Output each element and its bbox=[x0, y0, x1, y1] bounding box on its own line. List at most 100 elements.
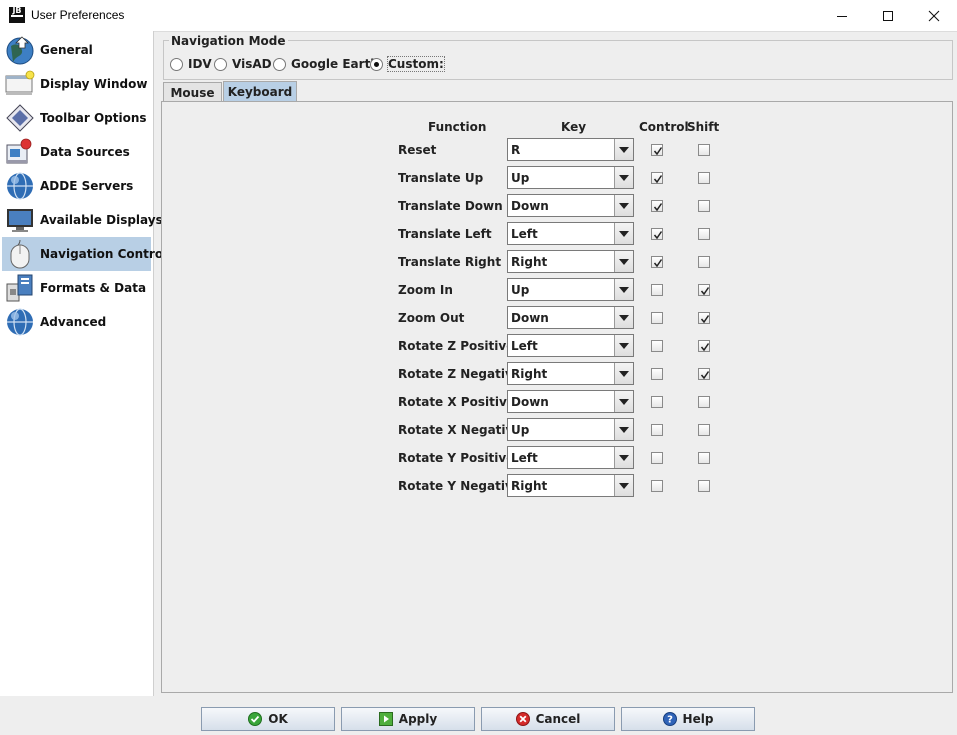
key-select-value: Right bbox=[511, 255, 548, 269]
sidebar-item-toolbar-options[interactable]: Toolbar Options bbox=[2, 101, 151, 135]
key-select[interactable]: Down bbox=[507, 306, 634, 329]
dropdown-arrow-button[interactable] bbox=[614, 167, 633, 188]
control-checkbox[interactable] bbox=[651, 480, 663, 492]
shift-checkbox[interactable] bbox=[698, 480, 710, 492]
checkmark-icon bbox=[653, 203, 663, 212]
dropdown-arrow-button[interactable] bbox=[614, 391, 633, 412]
key-select[interactable]: Up bbox=[507, 166, 634, 189]
help-button-label: Help bbox=[682, 712, 714, 726]
sidebar-item-display-window[interactable]: Display Window bbox=[2, 67, 151, 101]
sidebar-item-navigation-controls[interactable]: Navigation Controls bbox=[2, 237, 174, 271]
close-button[interactable] bbox=[911, 0, 957, 31]
shift-checkbox[interactable] bbox=[698, 284, 710, 296]
control-checkbox[interactable] bbox=[651, 256, 663, 268]
shift-checkbox[interactable] bbox=[698, 256, 710, 268]
control-checkbox[interactable] bbox=[651, 200, 663, 212]
radio-circle[interactable] bbox=[273, 57, 286, 71]
dropdown-arrow-button[interactable] bbox=[614, 419, 633, 440]
key-select[interactable]: Up bbox=[507, 418, 634, 441]
key-select[interactable]: Up bbox=[507, 278, 634, 301]
globe-arrow-icon bbox=[6, 36, 34, 65]
checkmark-icon bbox=[653, 147, 663, 156]
sidebar-item-advanced[interactable]: Advanced bbox=[2, 305, 151, 339]
control-checkbox[interactable] bbox=[651, 424, 663, 436]
key-select-value: Up bbox=[511, 283, 530, 297]
radio-circle[interactable] bbox=[170, 57, 183, 71]
key-select[interactable]: Down bbox=[507, 390, 634, 413]
monitor-icon bbox=[7, 209, 33, 232]
maximize-button[interactable] bbox=[865, 0, 911, 31]
chevron-down-icon bbox=[619, 202, 629, 209]
control-checkbox[interactable] bbox=[651, 228, 663, 240]
sidebar-item-adde-servers[interactable]: ADDE Servers bbox=[2, 169, 151, 203]
tab-mouse[interactable]: Mouse bbox=[163, 82, 222, 102]
control-checkbox[interactable] bbox=[651, 368, 663, 380]
key-select[interactable]: Left bbox=[507, 222, 634, 245]
shift-checkbox[interactable] bbox=[698, 424, 710, 436]
dropdown-arrow-button[interactable] bbox=[614, 363, 633, 384]
sidebar-item-available-displays[interactable]: Available Displays bbox=[2, 203, 163, 237]
sidebar-item-formats-data[interactable]: Formats & Data bbox=[2, 271, 151, 305]
mouse-icon bbox=[10, 239, 30, 269]
help-button[interactable]: ? Help bbox=[621, 707, 755, 731]
radio-visad[interactable]: VisAD bbox=[214, 57, 272, 71]
dropdown-arrow-button[interactable] bbox=[614, 475, 633, 496]
control-checkbox[interactable] bbox=[651, 340, 663, 352]
key-select[interactable]: Right bbox=[507, 474, 634, 497]
dropdown-arrow-button[interactable] bbox=[614, 251, 633, 272]
close-icon bbox=[928, 10, 940, 21]
sidebar-item-data-sources[interactable]: Data Sources bbox=[2, 135, 151, 169]
dropdown-arrow-button[interactable] bbox=[614, 447, 633, 468]
apply-button[interactable]: Apply bbox=[341, 707, 475, 731]
radio-idv[interactable]: IDV bbox=[170, 57, 212, 71]
control-checkbox[interactable] bbox=[651, 452, 663, 464]
shift-checkbox[interactable] bbox=[698, 340, 710, 352]
shift-checkbox[interactable] bbox=[698, 368, 710, 380]
radio-label: Custom: bbox=[387, 56, 445, 72]
ok-button[interactable]: OK bbox=[201, 707, 335, 731]
radio-custom[interactable]: Custom: bbox=[370, 56, 445, 72]
key-select[interactable]: R bbox=[507, 138, 634, 161]
dropdown-arrow-button[interactable] bbox=[614, 139, 633, 160]
control-checkbox[interactable] bbox=[651, 284, 663, 296]
control-checkbox[interactable] bbox=[651, 312, 663, 324]
key-select-value: Down bbox=[511, 311, 549, 325]
checkmark-icon bbox=[700, 343, 710, 352]
shift-checkbox[interactable] bbox=[698, 312, 710, 324]
radio-circle[interactable] bbox=[370, 57, 383, 71]
sidebar-item-label: Formats & Data bbox=[40, 281, 147, 295]
key-select[interactable]: Right bbox=[507, 362, 634, 385]
sidebar-item-label: Advanced bbox=[40, 315, 107, 329]
key-select[interactable]: Down bbox=[507, 194, 634, 217]
shift-checkbox[interactable] bbox=[698, 228, 710, 240]
dropdown-arrow-button[interactable] bbox=[614, 195, 633, 216]
key-select[interactable]: Left bbox=[507, 334, 634, 357]
tab-keyboard[interactable]: Keyboard bbox=[223, 81, 297, 102]
radio-circle[interactable] bbox=[214, 57, 227, 71]
shift-checkbox[interactable] bbox=[698, 172, 710, 184]
function-label: Rotate Z Negative bbox=[398, 367, 521, 381]
cancel-button[interactable]: Cancel bbox=[481, 707, 615, 731]
sidebar-item-general[interactable]: General bbox=[2, 33, 151, 67]
key-select-value: Left bbox=[511, 227, 538, 241]
window-title: User Preferences bbox=[31, 8, 125, 22]
shift-checkbox[interactable] bbox=[698, 396, 710, 408]
dropdown-arrow-button[interactable] bbox=[614, 335, 633, 356]
radio-google-earth[interactable]: Google Earth bbox=[273, 57, 379, 71]
shift-checkbox[interactable] bbox=[698, 144, 710, 156]
shift-checkbox[interactable] bbox=[698, 200, 710, 212]
minimize-button[interactable] bbox=[819, 0, 865, 31]
chevron-down-icon bbox=[619, 146, 629, 153]
function-label: Rotate Y Negative bbox=[398, 479, 521, 493]
dropdown-arrow-button[interactable] bbox=[614, 279, 633, 300]
key-select-value: Right bbox=[511, 367, 548, 381]
dropdown-arrow-button[interactable] bbox=[614, 307, 633, 328]
dropdown-arrow-button[interactable] bbox=[614, 223, 633, 244]
control-checkbox[interactable] bbox=[651, 172, 663, 184]
key-select[interactable]: Left bbox=[507, 446, 634, 469]
shift-checkbox[interactable] bbox=[698, 452, 710, 464]
sidebar-item-label: Data Sources bbox=[40, 145, 130, 159]
control-checkbox[interactable] bbox=[651, 396, 663, 408]
key-select[interactable]: Right bbox=[507, 250, 634, 273]
control-checkbox[interactable] bbox=[651, 144, 663, 156]
